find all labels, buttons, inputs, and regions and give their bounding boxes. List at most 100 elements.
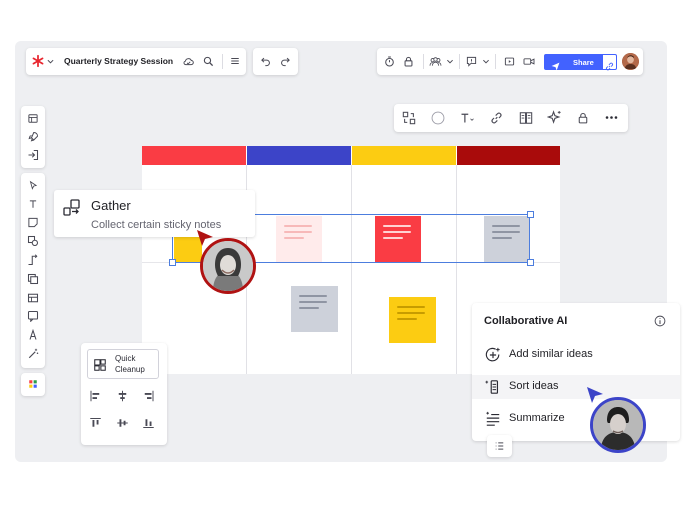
board-title[interactable]: Quarterly Strategy Session bbox=[64, 56, 173, 66]
ai-item-label: Sort ideas bbox=[509, 380, 559, 392]
ai-sparkle-icon[interactable] bbox=[547, 110, 562, 125]
sticky-line bbox=[397, 312, 425, 314]
select-cursor-icon[interactable] bbox=[28, 180, 38, 191]
import-icon[interactable] bbox=[27, 149, 39, 161]
column-header-yellow[interactable] bbox=[352, 146, 456, 165]
collaboration-toolbar: Share bbox=[377, 48, 643, 75]
sticky-stack-icon[interactable] bbox=[519, 111, 533, 125]
column-header-red[interactable] bbox=[142, 146, 246, 165]
text-format-icon[interactable] bbox=[460, 111, 475, 125]
summarize-icon bbox=[485, 411, 501, 427]
sort-ideas-icon bbox=[485, 379, 501, 395]
menu-icon[interactable] bbox=[230, 56, 240, 66]
shapes-icon[interactable] bbox=[27, 235, 39, 247]
resize-handle[interactable] bbox=[527, 211, 534, 218]
text-tool-icon[interactable] bbox=[28, 199, 38, 209]
info-icon[interactable] bbox=[654, 315, 666, 327]
chevron-down-icon[interactable] bbox=[47, 58, 54, 65]
timer-icon[interactable] bbox=[384, 56, 395, 67]
swap-icon[interactable] bbox=[402, 111, 416, 125]
gather-icon bbox=[63, 199, 81, 217]
sticky-note[interactable] bbox=[389, 297, 436, 343]
ai-panel-title: Collaborative AI bbox=[484, 315, 568, 327]
cloud-sync-icon[interactable] bbox=[183, 56, 194, 67]
user-avatar[interactable] bbox=[622, 53, 639, 70]
column-header-darkred[interactable] bbox=[457, 146, 560, 165]
quick-cleanup-label-2: Cleanup bbox=[115, 365, 145, 374]
color-picker-circle[interactable] bbox=[431, 111, 445, 125]
templates-icon[interactable] bbox=[27, 113, 39, 124]
list-icon[interactable] bbox=[494, 441, 505, 451]
sticky-note[interactable] bbox=[291, 286, 338, 332]
share-button[interactable]: Share bbox=[544, 54, 602, 70]
column-divider bbox=[456, 165, 457, 374]
pen-icon[interactable] bbox=[27, 329, 39, 341]
align-left-icon[interactable] bbox=[89, 390, 102, 402]
align-top-icon[interactable] bbox=[89, 417, 102, 429]
board-header-panel: Quarterly Strategy Session bbox=[26, 48, 246, 75]
column-divider bbox=[351, 165, 352, 374]
sticky-line bbox=[299, 301, 327, 303]
chevron-down-icon[interactable] bbox=[482, 58, 490, 65]
presentation-icon[interactable] bbox=[504, 56, 515, 67]
left-toolbar-apps bbox=[21, 373, 45, 396]
align-middle-icon[interactable] bbox=[116, 417, 129, 429]
table-icon[interactable] bbox=[27, 292, 39, 304]
quick-cleanup-label-1: Quick bbox=[115, 354, 136, 363]
apps-icon[interactable] bbox=[28, 379, 38, 389]
ai-item-add-similar-ideas[interactable]: Add similar ideas bbox=[472, 343, 680, 367]
share-button-label: Share bbox=[573, 57, 594, 67]
search-icon[interactable] bbox=[203, 56, 214, 67]
magic-wand-icon[interactable] bbox=[27, 348, 39, 360]
sticky-line bbox=[397, 306, 425, 308]
lock-icon[interactable] bbox=[403, 56, 414, 67]
copy-link-button[interactable] bbox=[602, 54, 617, 70]
undo-redo-panel bbox=[253, 48, 298, 75]
tooltip-title: Gather bbox=[91, 198, 131, 213]
align-right-icon[interactable] bbox=[142, 390, 155, 402]
send-icon bbox=[551, 58, 560, 70]
ai-item-summarize[interactable]: Summarize bbox=[472, 407, 680, 431]
comment-tool-icon[interactable] bbox=[27, 310, 39, 322]
header-divider bbox=[222, 54, 223, 69]
rocket-icon[interactable] bbox=[27, 131, 39, 143]
more-options-icon[interactable] bbox=[605, 115, 618, 120]
gather-tooltip: Gather Collect certain sticky notes bbox=[54, 190, 255, 237]
column-header-blue[interactable] bbox=[247, 146, 351, 165]
redo-icon[interactable] bbox=[279, 56, 291, 67]
ai-item-label: Summarize bbox=[509, 412, 565, 424]
quick-cleanup-button[interactable]: Quick Cleanup bbox=[87, 349, 159, 379]
link-icon bbox=[605, 58, 614, 70]
collaborator-avatar bbox=[590, 397, 646, 453]
sticky-line bbox=[397, 318, 417, 320]
bottom-list-panel bbox=[487, 435, 512, 457]
collaborator-avatar bbox=[200, 238, 256, 294]
context-toolbar bbox=[394, 104, 628, 132]
quick-cleanup-panel: Quick Cleanup bbox=[81, 343, 167, 445]
undo-icon[interactable] bbox=[260, 56, 272, 67]
left-toolbar-top bbox=[21, 106, 45, 168]
collaborators-icon[interactable] bbox=[429, 56, 442, 67]
link-icon[interactable] bbox=[490, 111, 503, 125]
app-logo-icon[interactable] bbox=[31, 54, 45, 68]
ai-item-label: Add similar ideas bbox=[509, 348, 593, 360]
ai-item-sort-ideas[interactable]: Sort ideas bbox=[472, 375, 680, 399]
align-bottom-icon[interactable] bbox=[142, 417, 155, 429]
collaborative-ai-panel: Collaborative AI Add similar ideas Sort … bbox=[472, 303, 680, 441]
video-call-icon[interactable] bbox=[523, 56, 535, 67]
chevron-down-icon[interactable] bbox=[446, 58, 454, 65]
sticky-line bbox=[299, 295, 327, 297]
left-toolbar-tools bbox=[21, 173, 45, 368]
align-center-icon[interactable] bbox=[116, 390, 129, 402]
collab-divider-1 bbox=[423, 54, 424, 69]
comment-icon[interactable] bbox=[466, 56, 477, 67]
frame-icon[interactable] bbox=[27, 273, 39, 285]
resize-handle[interactable] bbox=[169, 259, 176, 266]
connector-line-icon[interactable] bbox=[27, 254, 39, 266]
add-ideas-icon bbox=[485, 347, 501, 363]
sticky-note-icon[interactable] bbox=[27, 217, 39, 228]
collab-divider-2 bbox=[459, 54, 460, 69]
resize-handle[interactable] bbox=[527, 259, 534, 266]
lock-icon[interactable] bbox=[577, 111, 589, 125]
collab-divider-3 bbox=[495, 54, 496, 69]
